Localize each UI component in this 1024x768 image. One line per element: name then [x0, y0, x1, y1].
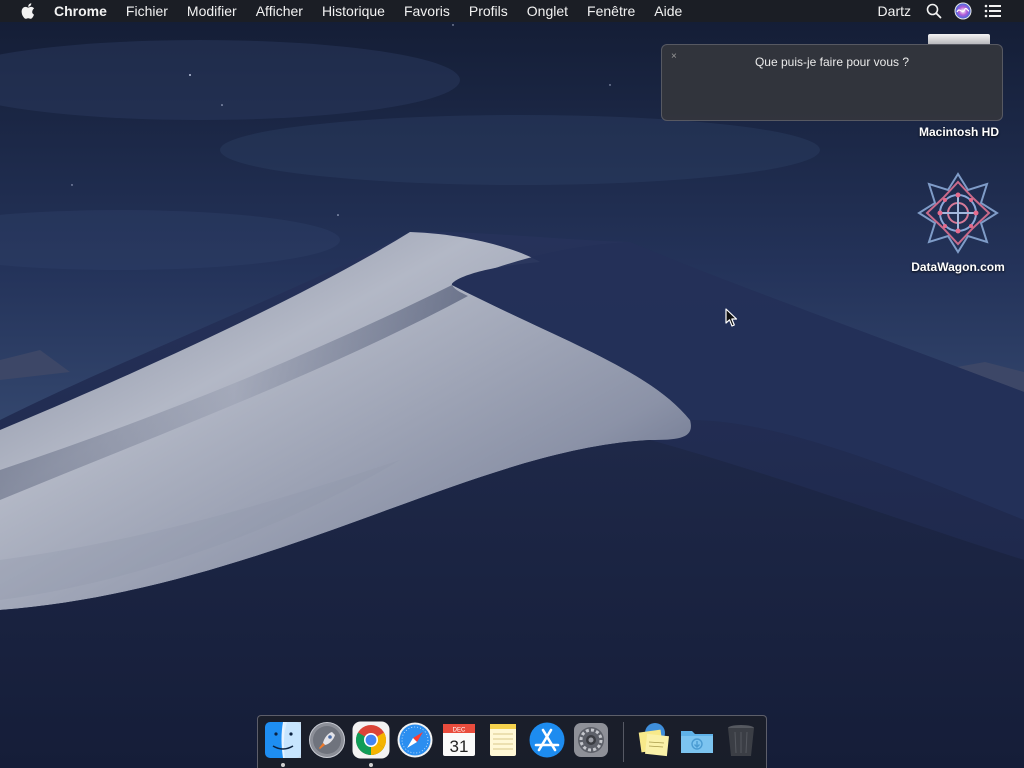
dock-finder[interactable]: [264, 721, 302, 759]
dock-system-preferences[interactable]: [572, 721, 610, 759]
menu-historique[interactable]: Historique: [322, 3, 385, 19]
safari-icon: [397, 722, 433, 758]
dock: DEC 31: [257, 715, 767, 768]
menu-aide[interactable]: Aide: [654, 3, 682, 19]
siri-panel: × Que puis-je faire pour vous ?: [661, 44, 1003, 121]
dock-safari[interactable]: [396, 721, 434, 759]
notes-icon: [490, 724, 516, 756]
menu-app-name[interactable]: Chrome: [54, 3, 107, 19]
finder-icon: [265, 722, 301, 758]
apple-icon[interactable]: [18, 3, 38, 19]
user-name[interactable]: Dartz: [878, 3, 911, 19]
chrome-icon: [352, 721, 390, 759]
siri-icon[interactable]: [954, 2, 972, 20]
dock-running-indicator: [369, 763, 373, 767]
menu-afficher[interactable]: Afficher: [256, 3, 303, 19]
dock-notes[interactable]: [484, 721, 522, 759]
dock-separator: [623, 722, 624, 762]
calendar-icon: DEC 31: [443, 724, 475, 756]
app-store-icon: [529, 722, 565, 758]
dock-launchpad[interactable]: [308, 721, 346, 759]
spotlight-search-icon[interactable]: [926, 3, 942, 19]
desktop-icon-datawagon[interactable]: DataWagon.com: [896, 170, 1020, 274]
mouse-cursor-icon: [725, 308, 739, 333]
menu-fenetre[interactable]: Fenêtre: [587, 3, 635, 19]
calendar-month: DEC: [453, 728, 466, 734]
trash-icon: [728, 725, 754, 756]
dock-app-store[interactable]: [528, 721, 566, 759]
dock-trash[interactable]: [722, 721, 760, 759]
desktop-icon-label: DataWagon.com: [911, 260, 1005, 274]
menu-modifier[interactable]: Modifier: [187, 3, 237, 19]
desktop-icon-label: Macintosh HD: [918, 125, 999, 139]
notification-center-icon[interactable]: [984, 4, 1002, 18]
menu-favoris[interactable]: Favoris: [404, 3, 450, 19]
launchpad-icon: [309, 722, 345, 758]
downloads-folder-icon: [681, 731, 713, 753]
siri-prompt: Que puis-je faire pour vous ?: [754, 55, 910, 69]
calendar-day: 31: [450, 737, 469, 756]
dock-downloads[interactable]: [678, 721, 716, 759]
menu-fichier[interactable]: Fichier: [126, 3, 168, 19]
hard-drive-icon: [928, 34, 990, 44]
system-preferences-icon: [574, 723, 608, 757]
dock-calendar[interactable]: DEC 31: [440, 721, 478, 759]
dock-stickies-stack[interactable]: [634, 721, 672, 759]
stickies-icon: [638, 723, 669, 757]
dock-running-indicator: [281, 763, 285, 767]
dock-chrome[interactable]: [352, 721, 390, 759]
menu-bar: Chrome Fichier Modifier Afficher Histori…: [0, 0, 1024, 22]
menu-onglet[interactable]: Onglet: [527, 3, 568, 19]
menu-profils[interactable]: Profils: [469, 3, 508, 19]
datawagon-icon: [917, 172, 999, 254]
menu-bar-status-area: Dartz: [878, 2, 1024, 20]
